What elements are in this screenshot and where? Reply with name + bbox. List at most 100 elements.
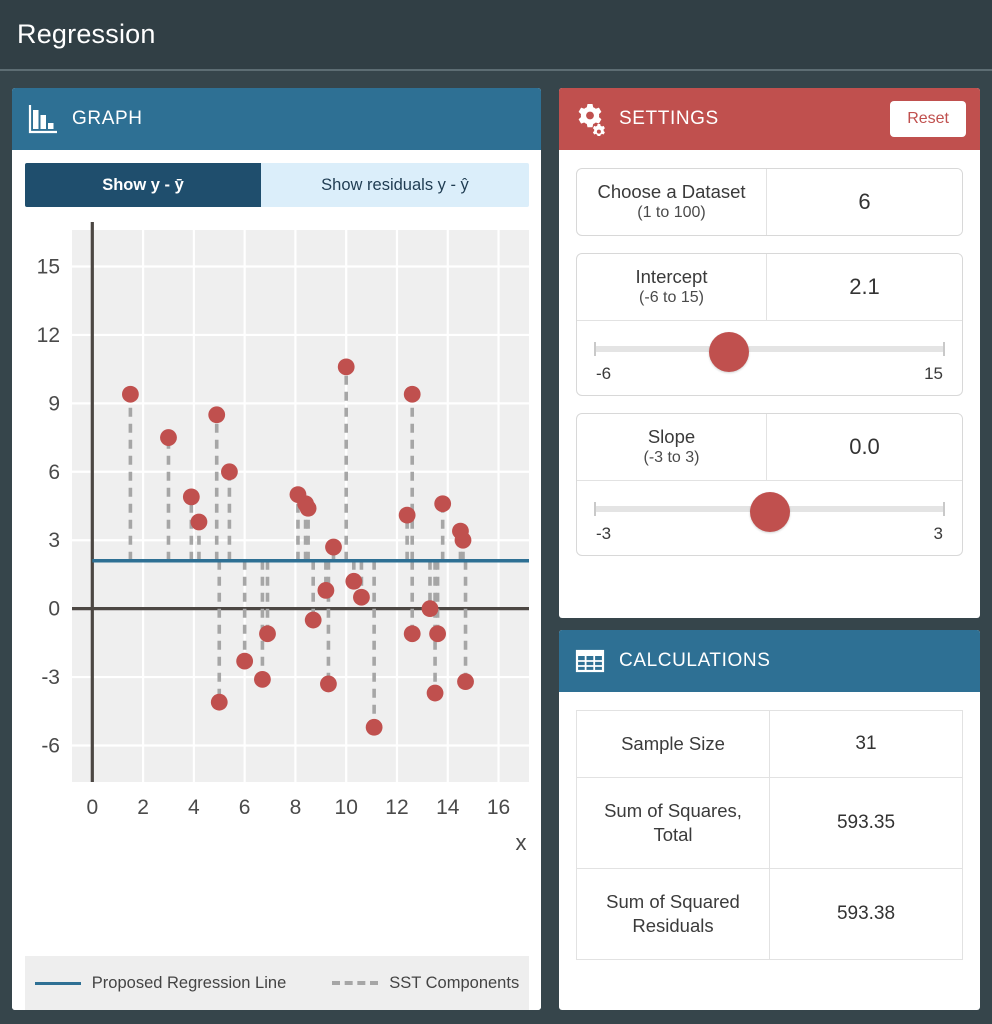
svg-text:3: 3: [48, 529, 60, 552]
graph-body: Show y - ȳ Show residuals y - ŷ -6 -3 0 3 6 9…: [12, 150, 541, 1010]
data-point: [299, 499, 317, 517]
calculations-panel-title: CALCULATIONS: [619, 650, 771, 671]
legend-label-regression-line: Proposed Regression Line: [91, 973, 287, 992]
svg-text:12: 12: [385, 796, 408, 819]
data-point: [429, 625, 446, 643]
calc-value: 31: [769, 709, 963, 779]
data-point: [325, 538, 342, 556]
legend-solid-line-icon: [34, 981, 81, 985]
control-top-dataset: Choose a Dataset (1 to 100) 6: [577, 169, 962, 236]
y-axis-tick-labels: -6 -3 0 3 6 9 12 15: [37, 255, 60, 757]
control-name-intercept: Intercept: [635, 266, 708, 288]
data-point: [457, 673, 474, 691]
control-label-intercept: Intercept (-6 to 15): [577, 254, 767, 321]
data-point: [236, 652, 254, 670]
page-title: Regression: [17, 19, 156, 49]
control-label-dataset: Choose a Dataset (1 to 100): [577, 169, 767, 236]
control-range-dataset: (1 to 100): [637, 204, 706, 222]
control-range-intercept: (-6 to 15): [639, 289, 704, 307]
calc-key: Sample Size: [576, 709, 770, 779]
control-value-dataset[interactable]: 6: [767, 169, 962, 236]
table-icon: [573, 644, 607, 678]
data-point: [190, 513, 208, 531]
slider-max-label-intercept: 15: [924, 364, 943, 384]
data-point: [317, 581, 335, 599]
data-point: [421, 600, 439, 618]
data-point: [208, 406, 226, 424]
settings-panel: SETTINGS Reset Choose a Dataset (1 to 100…: [559, 88, 980, 618]
legend-label-sst-components: SST Components: [389, 973, 520, 992]
data-point: [210, 693, 228, 711]
svg-text:-3: -3: [41, 666, 60, 689]
data-point: [434, 495, 452, 513]
svg-text:9: 9: [48, 392, 60, 415]
svg-text:6: 6: [239, 796, 251, 819]
slider-knob-slope[interactable]: [749, 492, 790, 533]
data-point: [304, 611, 322, 629]
calc-key: Sum of Squares, Total: [576, 777, 770, 870]
data-point: [365, 718, 383, 736]
control-intercept: Intercept (-6 to 15) 2.1 -6 15: [576, 253, 963, 397]
table-row: Sample Size 31: [576, 709, 963, 779]
graph-panel: GRAPH Show y - ȳ Show residuals y - ŷ -6…: [12, 88, 541, 1010]
gear-icon: [573, 102, 607, 136]
svg-text:4: 4: [188, 796, 200, 819]
svg-text:0: 0: [48, 598, 60, 621]
data-point: [259, 625, 276, 643]
data-point: [345, 572, 363, 590]
table-row: Sum of Squares, Total 593.35: [576, 777, 963, 870]
toggle-show-residuals[interactable]: Show residuals y - ŷ: [261, 163, 529, 207]
data-point: [454, 531, 472, 549]
reset-button[interactable]: Reset: [890, 101, 966, 137]
data-point: [320, 675, 337, 693]
svg-text:6: 6: [48, 461, 60, 484]
app-root: Regression GRAPH Show y - ȳ Show residua…: [0, 0, 992, 1024]
control-range-slope: (-3 to 3): [643, 449, 700, 467]
control-value-intercept[interactable]: 2.1: [767, 254, 962, 321]
slider-track-intercept[interactable]: [594, 332, 945, 373]
svg-text:x: x: [516, 830, 527, 855]
control-top-slope: Slope (-3 to 3) 0.0: [577, 414, 962, 481]
x-axis-tick-labels: 0 2 4 6 8 10 12 14 16: [86, 796, 510, 819]
data-point: [353, 588, 370, 606]
graph-panel-header: GRAPH: [12, 88, 541, 150]
calculations-panel: CALCULATIONS Sample Size 31 Sum of Squares…: [559, 630, 980, 1010]
slider-range-labels-intercept: -6 15: [594, 362, 945, 388]
view-toggle-group: Show y - ȳ Show residuals y - ŷ: [25, 163, 529, 207]
slider-bar-intercept: [594, 346, 945, 353]
control-slope: Slope (-3 to 3) 0.0 -3 3: [576, 413, 963, 557]
slider-track-slope[interactable]: [594, 492, 945, 533]
slider-slope[interactable]: -3 3: [577, 480, 962, 555]
slider-min-label-intercept: -6: [596, 364, 612, 384]
slider-intercept[interactable]: -6 15: [577, 320, 962, 395]
data-point: [182, 488, 200, 506]
bar-chart-icon: [26, 102, 60, 136]
chart-legend: Proposed Regression Line SST Components: [25, 956, 529, 1010]
calc-value: 593.35: [769, 777, 963, 870]
calculations-body: Sample Size 31 Sum of Squares, Total 593.35…: [559, 692, 980, 978]
slider-min-label-slope: -3: [596, 524, 612, 544]
data-point: [254, 670, 271, 688]
svg-text:14: 14: [436, 796, 460, 819]
slider-min-tick-intercept: [594, 342, 596, 357]
svg-text:16: 16: [487, 796, 510, 819]
slider-knob-intercept[interactable]: [709, 332, 750, 373]
slider-max-label-slope: 3: [933, 524, 943, 544]
control-value-slope[interactable]: 0.0: [767, 414, 962, 481]
data-point: [426, 684, 444, 702]
data-point: [221, 463, 238, 481]
slider-min-tick-slope: [594, 502, 596, 517]
data-point: [398, 506, 416, 524]
settings-body: Choose a Dataset (1 to 100) 6 Intercept (-6 …: [559, 150, 980, 593]
graph-panel-title: GRAPH: [72, 108, 143, 129]
table-row: Sum of Squared Residuals 593.38: [576, 868, 963, 961]
control-dataset: Choose a Dataset (1 to 100) 6: [576, 168, 963, 237]
svg-text:15: 15: [37, 255, 60, 278]
control-name-dataset: Choose a Dataset: [597, 181, 746, 202]
toggle-show-y-minus-ybar[interactable]: Show y - ȳ: [25, 163, 261, 207]
calc-key: Sum of Squared Residuals: [576, 868, 770, 961]
control-label-slope: Slope (-3 to 3): [577, 414, 767, 481]
svg-text:12: 12: [37, 324, 60, 347]
calculations-panel-header: CALCULATIONS: [559, 630, 980, 692]
legend-item-sst-components: SST Components: [332, 974, 519, 993]
